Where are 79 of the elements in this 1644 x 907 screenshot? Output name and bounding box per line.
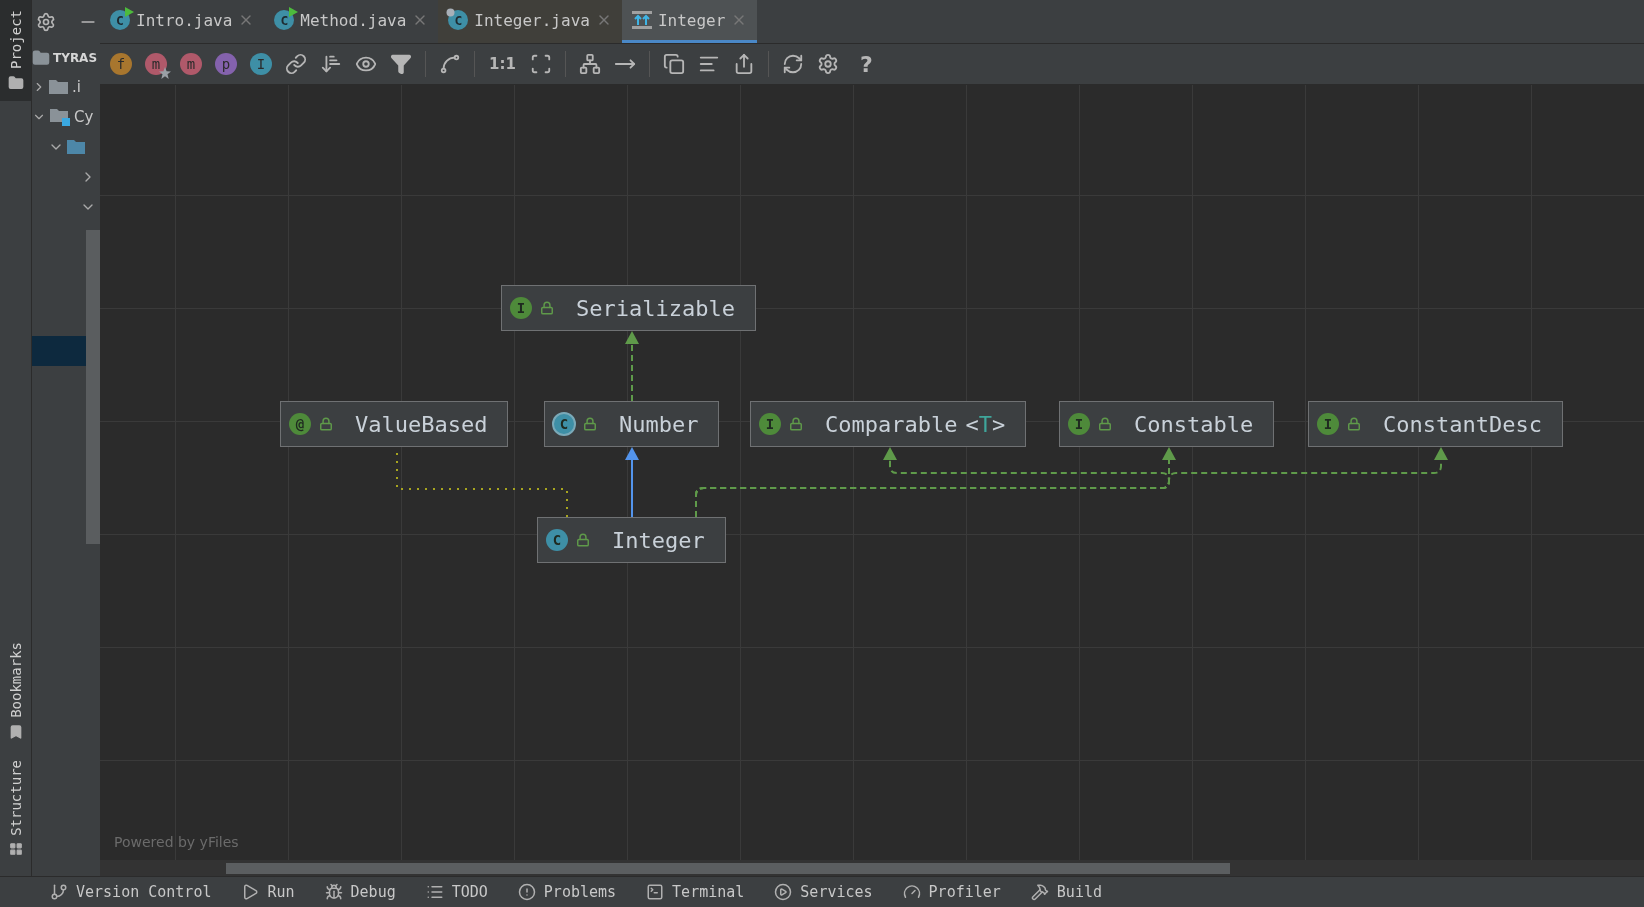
class-icon: C: [546, 529, 568, 551]
tool-window-button[interactable]: Version Control: [50, 883, 212, 901]
refresh-icon[interactable]: [782, 53, 804, 75]
alert-icon: [517, 883, 536, 901]
member-filter[interactable]: f: [110, 53, 132, 75]
member-filter[interactable]: I: [250, 53, 272, 75]
lock-icon: [576, 533, 590, 547]
dashed-arrow: [625, 331, 639, 402]
tool-window-button[interactable]: Services: [774, 883, 873, 901]
play-circle-icon: [774, 883, 793, 901]
tool-window-button[interactable]: Build: [1030, 883, 1102, 901]
annotation-icon: @: [289, 413, 311, 435]
class-node[interactable]: C Integer: [537, 517, 726, 563]
bug-icon: [324, 883, 343, 901]
class-node[interactable]: @ ValueBased: [280, 401, 509, 447]
scrollbar[interactable]: [86, 230, 100, 544]
runnable-class-icon: C: [274, 10, 295, 30]
settings-icon[interactable]: [817, 53, 839, 75]
project-name[interactable]: TYRAS: [53, 51, 98, 65]
lock-icon: [1098, 417, 1112, 431]
hammer-icon: [1030, 883, 1049, 901]
type-parameter: <T>: [965, 411, 1006, 437]
folder-icon: [7, 75, 24, 91]
tool-window-tab[interactable]: Bookmarks: [0, 632, 31, 751]
interface-icon: I: [1317, 413, 1339, 435]
filter-icon[interactable]: [390, 53, 412, 75]
folder-icon: [32, 49, 50, 67]
class-node[interactable]: I Comparable <T>: [750, 401, 1027, 447]
editor-tab[interactable]: Integer: [621, 0, 758, 43]
folder-icon: [67, 139, 85, 155]
fit-icon[interactable]: [530, 53, 552, 75]
lock-icon: [789, 417, 803, 431]
class-node[interactable]: I ConstantDesc: [1308, 401, 1563, 447]
tool-window-tab[interactable]: Structure: [0, 750, 31, 866]
tool-window-button[interactable]: Terminal: [646, 883, 745, 901]
editor-tab[interactable]: C Intro.java: [100, 0, 265, 43]
interface-icon: I: [510, 297, 532, 319]
settings-icon[interactable]: [36, 12, 56, 32]
class-node[interactable]: C Number: [544, 401, 720, 447]
tool-window-button[interactable]: Profiler: [902, 883, 1001, 901]
sort-icon[interactable]: [320, 53, 342, 75]
export-icon[interactable]: [733, 53, 755, 75]
list-icon: [425, 883, 444, 901]
tool-window-button[interactable]: Run: [241, 883, 295, 901]
class-icon: C: [553, 413, 575, 435]
scrollbar-thumb[interactable]: [226, 863, 1230, 874]
help-button[interactable]: ?: [852, 51, 881, 77]
class-node[interactable]: I Serializable: [501, 285, 756, 331]
actual-size-button[interactable]: 1:1: [488, 55, 517, 73]
folder-icon: [49, 79, 69, 95]
branch-icon: [50, 883, 68, 901]
powered-by-label: Powered by yFiles: [114, 834, 239, 850]
tree-item[interactable]: .i: [72, 78, 81, 96]
lock-icon: [319, 417, 333, 431]
lock-icon: [1347, 417, 1361, 431]
link-icon[interactable]: [285, 53, 307, 75]
editor-tab[interactable]: C Method.java: [264, 0, 439, 43]
terminal-icon: [646, 883, 665, 901]
lock-icon: [583, 417, 597, 431]
tool-window-button[interactable]: TODO: [425, 883, 488, 901]
interface-icon: I: [759, 413, 781, 435]
gauge-icon: [902, 883, 921, 901]
tool-window-tab[interactable]: Project: [0, 0, 31, 101]
editor-tab[interactable]: C Integer.java: [438, 0, 622, 43]
route-icon[interactable]: [439, 53, 461, 75]
tool-window-button[interactable]: Problems: [517, 883, 617, 901]
tool-window-button[interactable]: Debug: [324, 883, 396, 901]
copy-icon[interactable]: [663, 53, 685, 75]
layout-icon[interactable]: [579, 53, 601, 75]
interface-icon: I: [1068, 413, 1090, 435]
class-icon: C: [448, 10, 469, 30]
tree-item[interactable]: Cy: [74, 108, 94, 126]
lock-icon: [540, 301, 554, 315]
play-icon: [241, 883, 260, 901]
grid-icon: [8, 842, 23, 856]
module-folder-icon: [49, 107, 71, 127]
solid-arrow: [625, 447, 639, 518]
diagram-icon: [631, 11, 652, 29]
class-node[interactable]: I Constable: [1059, 401, 1275, 447]
